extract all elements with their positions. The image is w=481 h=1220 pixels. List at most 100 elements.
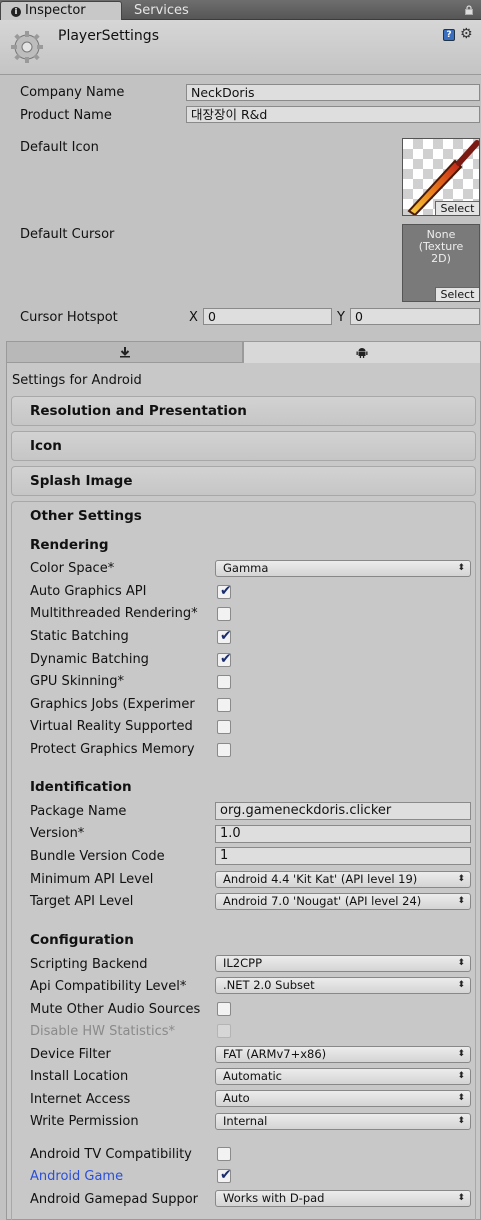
write-permission-label: Write Permission: [30, 1114, 139, 1129]
dropdown-arrow-icon: ⬍: [457, 980, 465, 990]
cursor-hotspot-label: Cursor Hotspot: [20, 310, 118, 325]
dropdown-arrow-icon: ⬍: [457, 1071, 465, 1081]
bundle-code-field[interactable]: 1: [215, 847, 471, 865]
internet-access-label: Internet Access: [30, 1092, 131, 1107]
disable-hw-stats-label: Disable HW Statistics*: [30, 1024, 176, 1039]
internet-access-value: Auto: [223, 1091, 250, 1105]
target-api-dropdown[interactable]: Android 7.0 'Nougat' (API level 24) ⬍: [215, 893, 471, 910]
gpu-skinning-label: GPU Skinning*: [30, 674, 125, 689]
write-permission-dropdown[interactable]: Internal ⬍: [215, 1113, 471, 1130]
device-filter-dropdown[interactable]: FAT (ARMv7+x86) ⬍: [215, 1046, 471, 1063]
color-space-dropdown[interactable]: Gamma ⬍: [215, 560, 471, 577]
rendering-heading: Rendering: [30, 537, 109, 553]
dropdown-arrow-icon: ⬍: [457, 874, 465, 884]
player-settings-gear-icon: [11, 31, 43, 63]
tab-services-label: Services: [134, 3, 189, 18]
company-name-label: Company Name: [20, 85, 125, 100]
hotspot-y-field[interactable]: 0: [350, 308, 480, 325]
target-api-label: Target API Level: [30, 894, 134, 909]
protect-memory-label: Protect Graphics Memory: [30, 742, 195, 757]
internet-access-dropdown[interactable]: Auto ⬍: [215, 1090, 471, 1107]
checkmark-icon: ✔: [220, 583, 232, 599]
cursor-none-line3: 2D): [431, 252, 451, 265]
default-cursor-label: Default Cursor: [20, 227, 115, 242]
settings-for-label: Settings for Android: [12, 373, 142, 388]
hotspot-y-label: Y: [337, 310, 345, 325]
gamepad-support-value: Works with D-pad: [223, 1191, 325, 1205]
inspector-tab-bar: i Inspector Services: [0, 0, 481, 21]
write-permission-value: Internal: [223, 1114, 268, 1128]
gpu-skinning-checkbox[interactable]: [217, 675, 231, 689]
tab-services[interactable]: Services: [124, 2, 224, 20]
section-other[interactable]: Other Settings: [30, 508, 142, 524]
lock-icon[interactable]: [465, 5, 473, 15]
vr-supported-checkbox[interactable]: [217, 720, 231, 734]
scripting-backend-dropdown[interactable]: IL2CPP ⬍: [215, 955, 471, 972]
settings-gear-icon[interactable]: ⚙: [460, 26, 473, 42]
disable-hw-stats-checkbox: [217, 1024, 231, 1038]
bundle-code-label: Bundle Version Code: [30, 849, 165, 864]
inspector-header: PlayerSettings ? ⚙: [0, 20, 481, 75]
tab-inspector[interactable]: i Inspector: [0, 1, 122, 21]
tab-standalone[interactable]: [6, 341, 243, 363]
dropdown-arrow-icon: ⬍: [457, 1116, 465, 1126]
auto-graphics-checkbox[interactable]: ✔: [217, 583, 232, 599]
section-resolution[interactable]: Resolution and Presentation: [11, 396, 476, 426]
default-cursor-slot[interactable]: None (Texture 2D) Select: [402, 224, 480, 302]
min-api-dropdown[interactable]: Android 4.4 'Kit Kat' (API level 19) ⬍: [215, 871, 471, 888]
install-location-dropdown[interactable]: Automatic ⬍: [215, 1068, 471, 1085]
color-space-label: Color Space*: [30, 561, 115, 576]
page-title: PlayerSettings: [58, 28, 159, 44]
android-game-checkbox[interactable]: ✔: [217, 1167, 232, 1183]
version-field[interactable]: 1.0: [215, 825, 471, 843]
package-name-field[interactable]: org.gameneckdoris.clicker: [215, 802, 471, 820]
dynamic-batching-checkbox[interactable]: ✔: [217, 651, 232, 667]
graphics-jobs-label: Graphics Jobs (Experimer: [30, 697, 195, 712]
protect-memory-checkbox[interactable]: [217, 743, 231, 757]
checkmark-icon: ✔: [220, 1167, 232, 1183]
multithreaded-checkbox[interactable]: [217, 607, 231, 621]
hotspot-x-field[interactable]: 0: [203, 308, 332, 325]
android-icon: [356, 348, 368, 358]
dropdown-arrow-icon: ⬍: [457, 563, 465, 573]
help-book-icon[interactable]: ?: [443, 29, 455, 41]
section-icon[interactable]: Icon: [11, 431, 476, 461]
scripting-backend-value: IL2CPP: [223, 956, 263, 970]
checkmark-icon: ✔: [220, 651, 232, 667]
identification-heading: Identification: [30, 779, 132, 795]
dynamic-batching-label: Dynamic Batching: [30, 652, 149, 667]
default-cursor-select-button[interactable]: Select: [435, 287, 479, 301]
static-batching-label: Static Batching: [30, 629, 129, 644]
dropdown-arrow-icon: ⬍: [457, 1193, 465, 1203]
product-name-field[interactable]: 대장장이 R&d: [186, 106, 480, 123]
android-tv-checkbox[interactable]: [217, 1147, 231, 1161]
mute-audio-checkbox[interactable]: [217, 1002, 231, 1016]
color-space-value: Gamma: [223, 561, 269, 575]
default-icon-select-button[interactable]: Select: [435, 201, 479, 215]
company-name-field[interactable]: NeckDoris: [186, 84, 480, 101]
api-compat-label: Api Compatibility Level*: [30, 979, 187, 994]
section-splash[interactable]: Splash Image: [11, 466, 476, 496]
default-icon-label: Default Icon: [20, 140, 99, 155]
target-api-value: Android 7.0 'Nougat' (API level 24): [223, 894, 422, 908]
gamepad-support-dropdown[interactable]: Works with D-pad ⬍: [215, 1190, 471, 1207]
install-location-value: Automatic: [223, 1069, 282, 1083]
checkmark-icon: ✔: [220, 628, 232, 644]
dropdown-arrow-icon: ⬍: [457, 1049, 465, 1059]
package-name-label: Package Name: [30, 804, 127, 819]
default-icon-slot[interactable]: Select: [402, 138, 480, 216]
scripting-backend-label: Scripting Backend: [30, 957, 148, 972]
version-label: Version*: [30, 826, 85, 841]
api-compat-dropdown[interactable]: .NET 2.0 Subset ⬍: [215, 977, 471, 994]
auto-graphics-label: Auto Graphics API: [30, 584, 147, 599]
gamepad-support-label: Android Gamepad Suppor: [30, 1192, 198, 1207]
min-api-label: Minimum API Level: [30, 872, 154, 887]
android-tv-label: Android TV Compatibility: [30, 1147, 192, 1162]
dropdown-arrow-icon: ⬍: [457, 1093, 465, 1103]
static-batching-checkbox[interactable]: ✔: [217, 628, 232, 644]
vr-supported-label: Virtual Reality Supported: [30, 719, 193, 734]
tab-android[interactable]: [243, 341, 481, 363]
api-compat-value: .NET 2.0 Subset: [223, 978, 315, 992]
tab-inspector-label: Inspector: [25, 3, 86, 18]
graphics-jobs-checkbox[interactable]: [217, 698, 231, 712]
